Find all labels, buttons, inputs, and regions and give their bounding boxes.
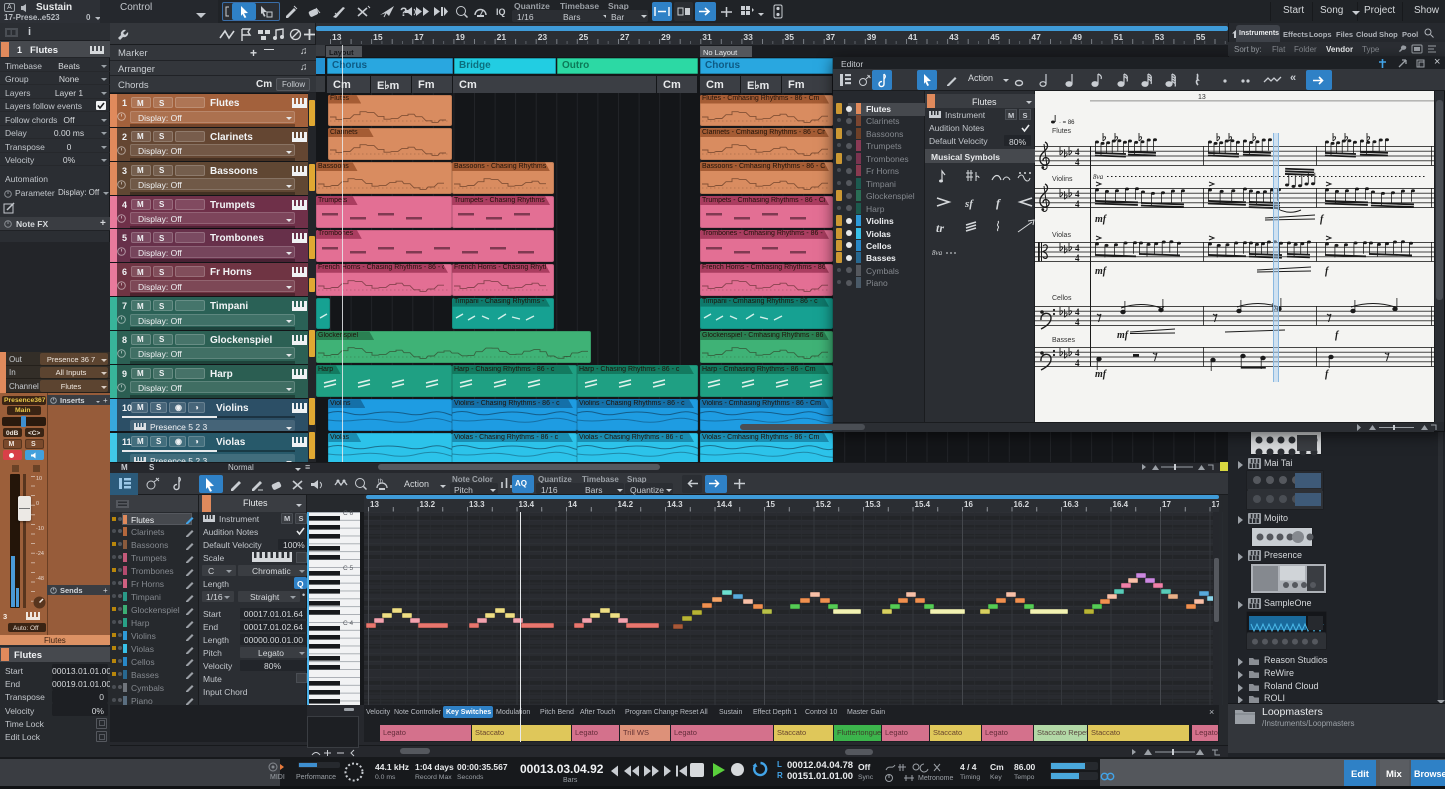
svg-text:4: 4	[1075, 358, 1080, 368]
svg-text:Violas: Violas	[1052, 232, 1071, 239]
svg-text:4: 4	[1075, 317, 1080, 327]
svg-text:f: f	[1320, 214, 1325, 225]
svg-text:4: 4	[1075, 348, 1080, 358]
svg-text:· = 86: · = 86	[1059, 120, 1075, 126]
svg-text:th: th	[378, 479, 383, 485]
svg-text:f: f	[996, 196, 1001, 210]
svg-text:Flutes: Flutes	[1052, 128, 1072, 135]
svg-text:Basses: Basses	[1052, 337, 1075, 344]
svg-text:sf: sf	[964, 198, 974, 210]
svg-text:mf: mf	[1095, 369, 1108, 380]
svg-text:Violins: Violins	[1052, 176, 1073, 183]
svg-text:Cellos: Cellos	[1052, 295, 1072, 302]
svg-text:4: 4	[1075, 147, 1080, 157]
svg-text:4: 4	[1075, 243, 1080, 253]
svg-text:mf: mf	[1117, 330, 1130, 341]
svg-text:4: 4	[1075, 157, 1080, 167]
svg-text:f: f	[1325, 266, 1330, 277]
svg-text:4: 4	[1075, 199, 1080, 209]
svg-text:4: 4	[1075, 307, 1080, 317]
svg-text:4: 4	[1075, 189, 1080, 199]
svg-text:f: f	[1335, 330, 1340, 341]
svg-text:mf: mf	[1095, 266, 1108, 277]
svg-text:f: f	[1325, 369, 1330, 380]
svg-text:mf: mf	[1095, 214, 1108, 225]
svg-text:13: 13	[1198, 94, 1206, 101]
svg-text:tr: tr	[936, 221, 944, 235]
svg-text:8va: 8va	[932, 249, 943, 257]
svg-text:8va: 8va	[1093, 173, 1104, 181]
svg-text:4: 4	[1075, 253, 1080, 263]
